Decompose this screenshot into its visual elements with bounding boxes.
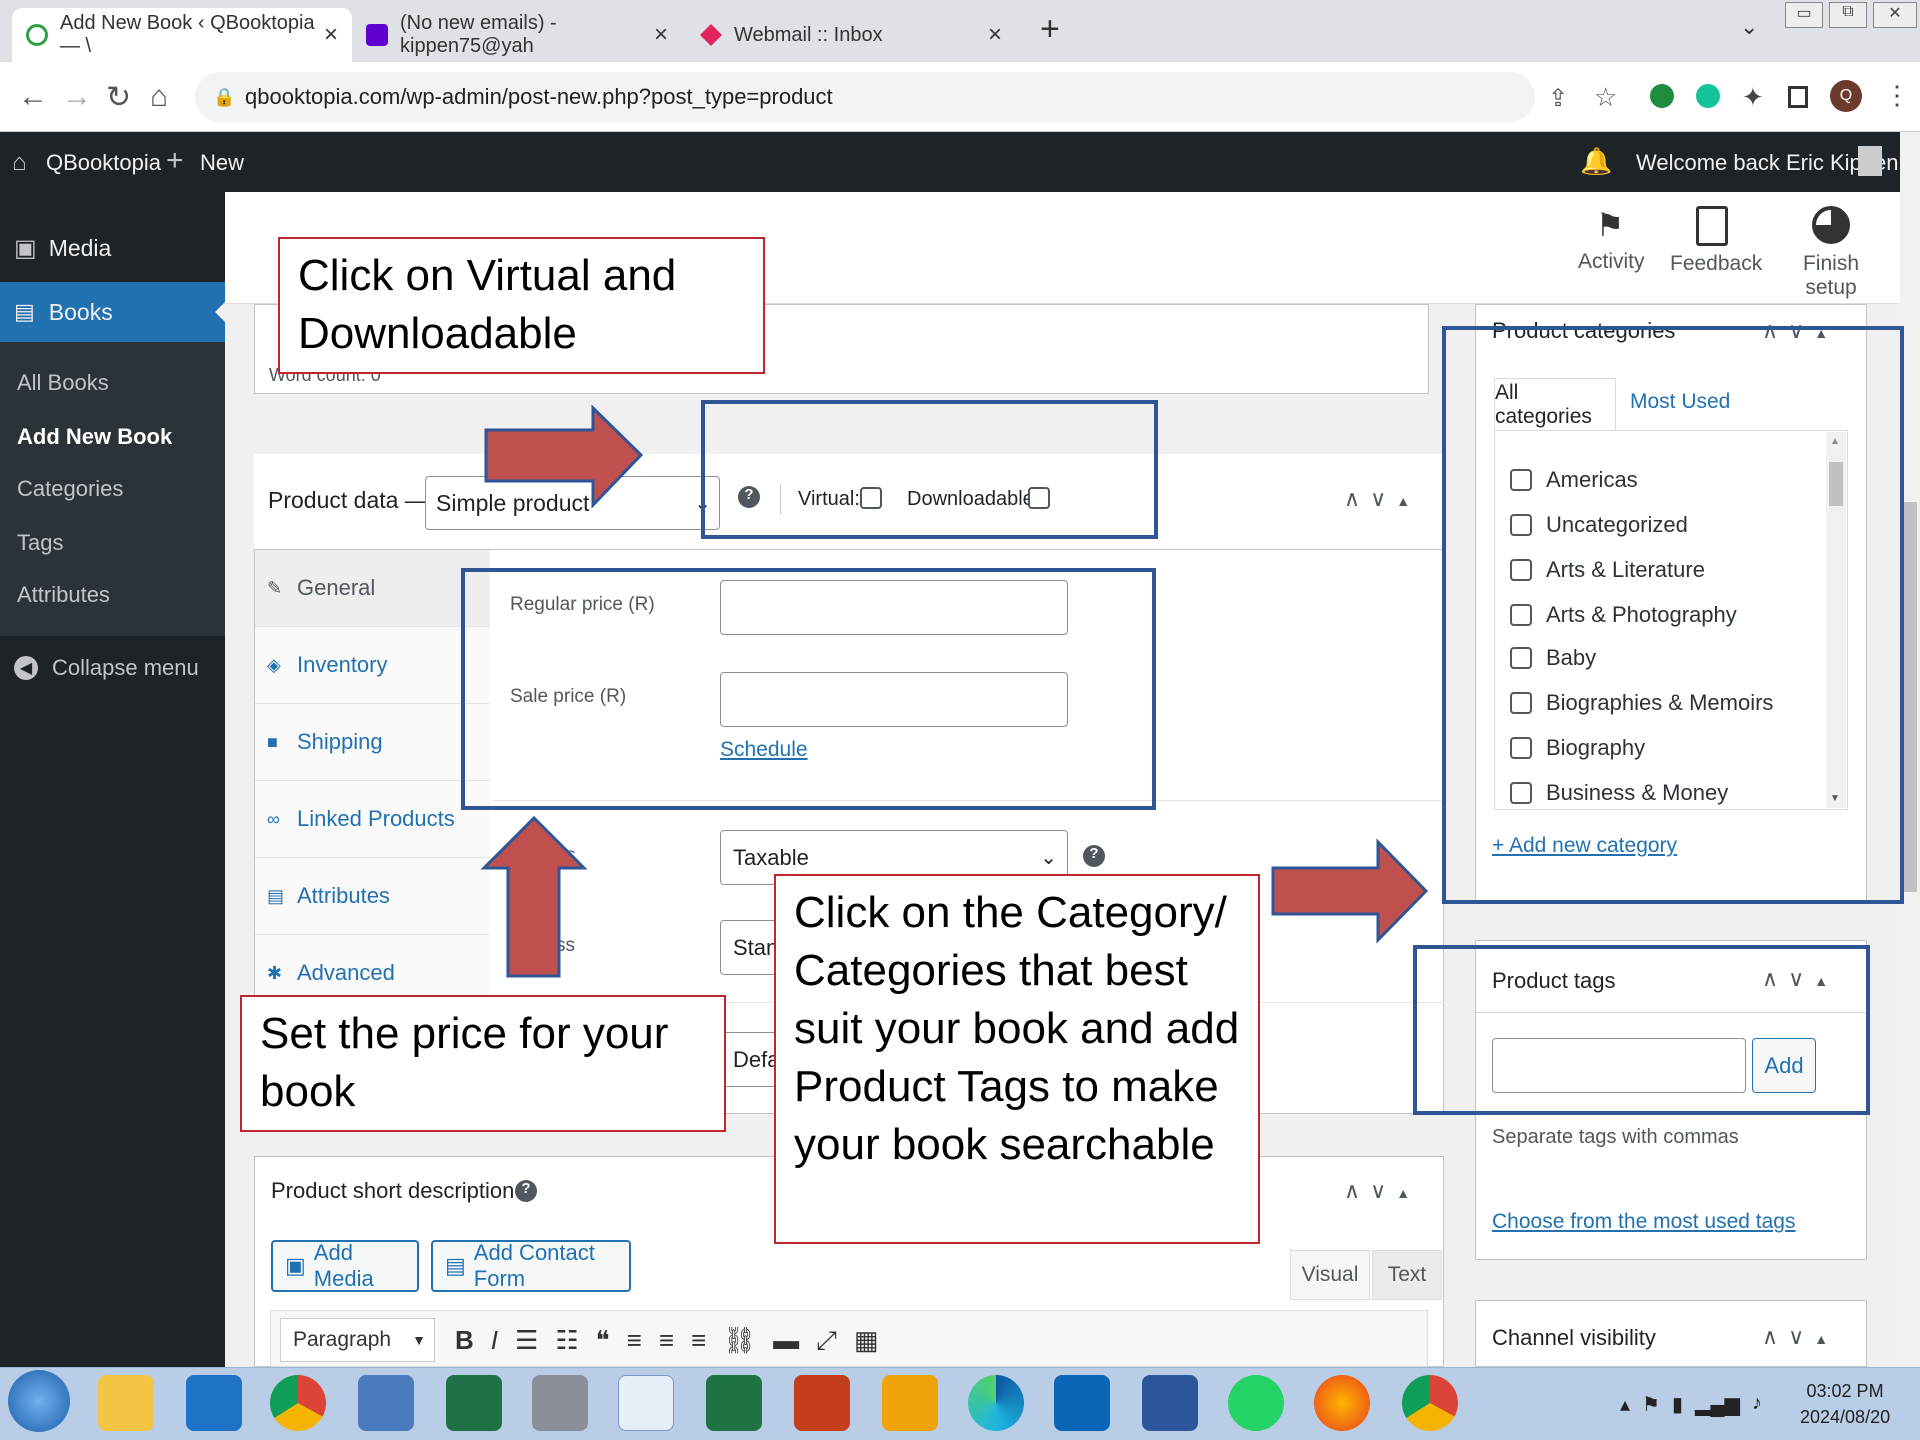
media-player-icon[interactable]: [186, 1375, 242, 1431]
word-icon[interactable]: [1142, 1375, 1198, 1431]
calculator-icon[interactable]: [532, 1375, 588, 1431]
tray-expand-icon[interactable]: ▴: [1620, 1392, 1630, 1417]
arrow-right-to-categories: [1271, 838, 1429, 944]
movie-maker-icon[interactable]: [358, 1375, 414, 1431]
power-icon[interactable]: ▮: [1672, 1392, 1683, 1417]
clock[interactable]: 03:02 PM 2024/08/20: [1800, 1378, 1890, 1430]
annotation-categories-tags: Click on the Category/ Categories that b…: [774, 874, 1260, 1244]
clock-date: 2024/08/20: [1800, 1407, 1891, 1427]
arrow-up-to-prices: [480, 815, 588, 978]
firefox-icon[interactable]: [1314, 1375, 1370, 1431]
powerpoint-icon[interactable]: [794, 1375, 850, 1431]
chrome-icon[interactable]: [270, 1375, 326, 1431]
network-icon[interactable]: ▂▄▆: [1695, 1392, 1740, 1417]
publisher-icon[interactable]: [446, 1375, 502, 1431]
start-button[interactable]: [8, 1370, 70, 1432]
snipping-tool-icon[interactable]: [618, 1375, 674, 1431]
excel-icon[interactable]: [706, 1375, 762, 1431]
chrome-profile-icon[interactable]: [1402, 1375, 1458, 1431]
annotation-set-price: Set the price for your book: [240, 995, 726, 1132]
file-explorer-icon[interactable]: [98, 1375, 154, 1431]
system-tray: ▴ ⚑ ▮ ▂▄▆ ♪: [1620, 1392, 1762, 1417]
volume-icon[interactable]: ♪: [1752, 1392, 1762, 1417]
action-center-flag-icon[interactable]: ⚑: [1642, 1392, 1660, 1417]
clock-time: 03:02 PM: [1806, 1381, 1884, 1401]
annotation-virtual-downloadable: Click on Virtual and Downloadable: [278, 237, 765, 374]
outlook-icon[interactable]: [1054, 1375, 1110, 1431]
outlook-calendar-icon[interactable]: [882, 1375, 938, 1431]
edge-icon[interactable]: [968, 1375, 1024, 1431]
whatsapp-icon[interactable]: [1228, 1375, 1284, 1431]
arrow-right-to-checkboxes: [484, 404, 644, 509]
